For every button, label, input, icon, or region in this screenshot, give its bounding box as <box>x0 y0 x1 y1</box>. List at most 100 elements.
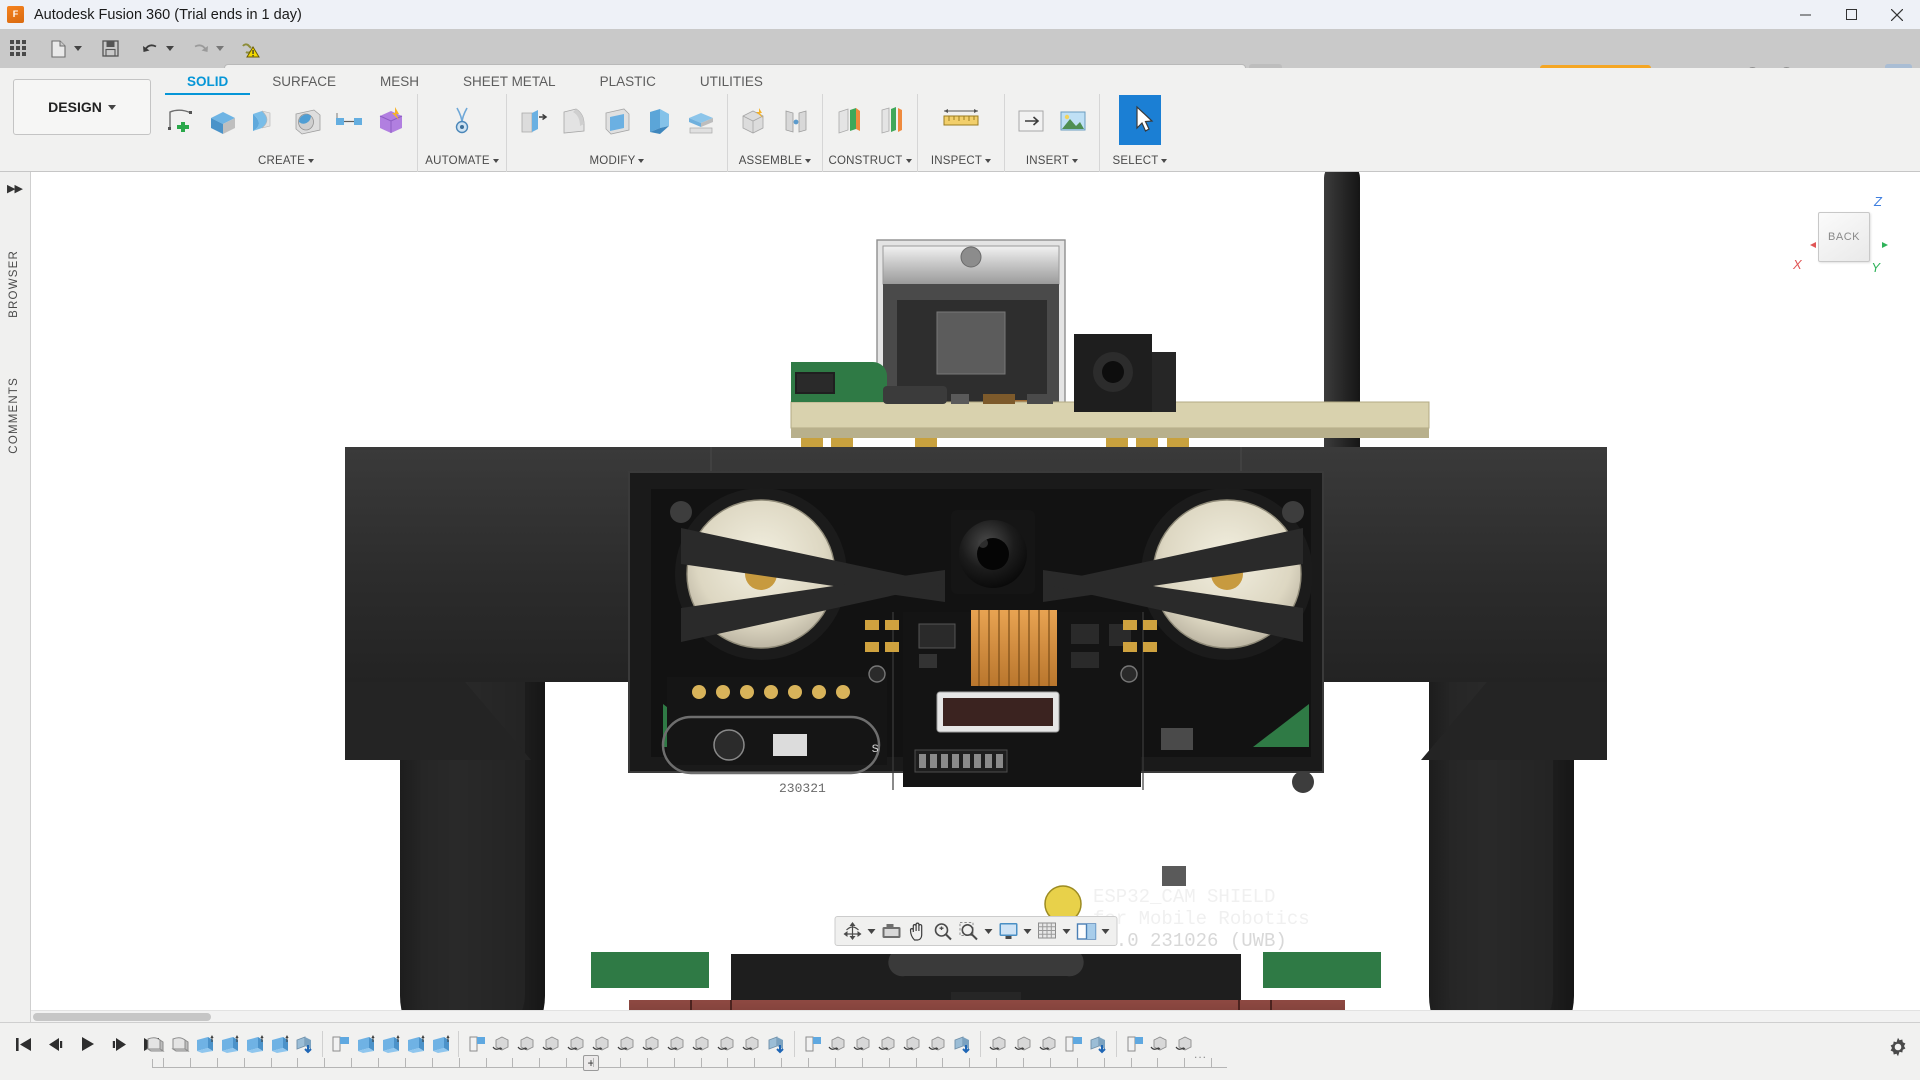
timeline-feature-extrude[interactable] <box>378 1029 403 1059</box>
orbit-icon[interactable] <box>839 918 865 944</box>
timeline-feature-move[interactable] <box>639 1029 664 1059</box>
new-file-caret-icon[interactable] <box>71 33 85 64</box>
ribbon-group-label-select[interactable]: SELECT <box>1105 152 1175 172</box>
press-pull-icon[interactable] <box>512 96 554 146</box>
play-icon[interactable] <box>74 1031 100 1057</box>
insert-derive-icon[interactable] <box>1010 96 1052 146</box>
timeline-feature-component[interactable] <box>800 1029 825 1059</box>
timeline-feature-move[interactable] <box>739 1029 764 1059</box>
ribbon-group-label-create[interactable]: CREATE <box>160 152 412 172</box>
scrollbar-thumb[interactable] <box>33 1013 211 1021</box>
hole-icon[interactable] <box>286 96 328 146</box>
timeline-feature-group[interactable] <box>1061 1029 1086 1059</box>
select-cursor-icon[interactable] <box>1119 95 1161 145</box>
minimize-icon[interactable] <box>1782 0 1828 29</box>
ribbon-group-label-assemble[interactable]: ASSEMBLE <box>733 152 817 172</box>
undo-caret-icon[interactable] <box>163 33 177 64</box>
zoom-in-icon[interactable] <box>930 918 956 944</box>
timeline-feature-insert[interactable] <box>764 1029 789 1059</box>
ribbon-group-label-modify[interactable]: MODIFY <box>512 152 722 172</box>
rib-icon[interactable] <box>328 96 370 146</box>
display-caret-icon[interactable] <box>1021 918 1034 944</box>
tab-solid[interactable]: SOLID <box>165 70 250 95</box>
tab-sheet-metal[interactable]: SHEET METAL <box>441 70 578 95</box>
sidebar-item-comments[interactable]: COMMENTS <box>8 377 24 454</box>
plane-through-icon[interactable] <box>870 96 912 146</box>
automated-modeling-icon[interactable] <box>441 95 483 145</box>
draft-icon[interactable] <box>638 96 680 146</box>
timeline-feature-sketch[interactable] <box>142 1029 167 1059</box>
close-icon[interactable] <box>1874 0 1920 29</box>
ribbon-group-label-construct[interactable]: CONSTRUCT <box>828 152 912 172</box>
tab-utilities[interactable]: UTILITIES <box>678 70 785 95</box>
ribbon-group-label-inspect[interactable]: INSPECT <box>923 152 999 172</box>
viewports-caret-icon[interactable] <box>1099 918 1112 944</box>
extrude-icon[interactable] <box>202 96 244 146</box>
zoom-caret-icon[interactable] <box>982 918 995 944</box>
workspace-switcher-button[interactable]: DESIGN <box>13 79 151 135</box>
create-sketch-icon[interactable] <box>160 96 202 146</box>
timeline-feature-move[interactable] <box>900 1029 925 1059</box>
timeline-feature-extrude[interactable] <box>353 1029 378 1059</box>
go-to-beginning-icon[interactable] <box>10 1031 36 1057</box>
timeline-feature-insert[interactable] <box>292 1029 317 1059</box>
undo-icon[interactable] <box>137 33 163 64</box>
pan-icon[interactable] <box>904 918 930 944</box>
grid-snaps-icon[interactable] <box>1034 918 1060 944</box>
timeline-feature-component[interactable] <box>464 1029 489 1059</box>
expand-panel-icon[interactable]: ▶▶ <box>7 182 22 195</box>
timeline-feature-move[interactable] <box>714 1029 739 1059</box>
timeline-feature-move[interactable] <box>514 1029 539 1059</box>
robot-model-3d[interactable]: s 230321 <box>31 172 1920 1022</box>
timeline-feature-move[interactable] <box>664 1029 689 1059</box>
timeline-feature-extrude[interactable] <box>217 1029 242 1059</box>
gear-icon[interactable] <box>1888 1037 1908 1062</box>
new-component-icon[interactable] <box>733 96 775 146</box>
combine-icon[interactable] <box>680 96 722 146</box>
timeline-feature-extrude[interactable] <box>267 1029 292 1059</box>
new-file-icon[interactable] <box>45 33 71 64</box>
timeline-feature-move[interactable] <box>825 1029 850 1059</box>
timeline-feature-move[interactable] <box>1036 1029 1061 1059</box>
ribbon-group-label-insert[interactable]: INSERT <box>1010 152 1094 172</box>
fillet-icon[interactable] <box>554 96 596 146</box>
timeline-feature-sketch[interactable] <box>167 1029 192 1059</box>
timeline-feature-move[interactable] <box>1011 1029 1036 1059</box>
timeline-feature-move[interactable] <box>986 1029 1011 1059</box>
grid-caret-icon[interactable] <box>1060 918 1073 944</box>
timeline-feature-move[interactable] <box>875 1029 900 1059</box>
orbit-caret-icon[interactable] <box>865 918 878 944</box>
redo-icon[interactable] <box>187 33 213 64</box>
timeline-feature-move[interactable] <box>489 1029 514 1059</box>
display-settings-icon[interactable] <box>995 918 1021 944</box>
zoom-window-icon[interactable] <box>956 918 982 944</box>
viewports-icon[interactable] <box>1073 918 1099 944</box>
look-at-icon[interactable] <box>878 918 904 944</box>
sidebar-item-browser[interactable]: BROWSER <box>8 250 24 318</box>
ribbon-group-label-automate[interactable]: AUTOMATE <box>423 152 501 172</box>
timeline-feature-insert[interactable] <box>1086 1029 1111 1059</box>
timeline-feature-extrude[interactable] <box>242 1029 267 1059</box>
tab-plastic[interactable]: PLASTIC <box>578 70 678 95</box>
revolve-icon[interactable] <box>244 96 286 146</box>
timeline-feature-move[interactable] <box>614 1029 639 1059</box>
maximize-icon[interactable] <box>1828 0 1874 29</box>
measure-icon[interactable] <box>937 95 985 145</box>
timeline-feature-move[interactable] <box>925 1029 950 1059</box>
timeline-feature-extrude[interactable] <box>192 1029 217 1059</box>
box-primitive-icon[interactable] <box>370 96 412 146</box>
tab-mesh[interactable]: MESH <box>358 70 441 95</box>
joint-icon[interactable] <box>775 96 817 146</box>
app-grid-icon[interactable] <box>5 33 31 64</box>
step-forward-icon[interactable] <box>106 1031 132 1057</box>
timeline-feature-insert[interactable] <box>950 1029 975 1059</box>
horizontal-scrollbar[interactable] <box>31 1010 1920 1022</box>
insert-canvas-icon[interactable] <box>1052 96 1094 146</box>
timeline-feature-extrude[interactable] <box>403 1029 428 1059</box>
timeline-feature-group[interactable] <box>328 1029 353 1059</box>
offset-plane-icon[interactable] <box>828 96 870 146</box>
tab-surface[interactable]: SURFACE <box>250 70 358 95</box>
step-back-icon[interactable] <box>42 1031 68 1057</box>
save-icon[interactable] <box>97 33 123 64</box>
timeline-feature-move[interactable] <box>1147 1029 1172 1059</box>
